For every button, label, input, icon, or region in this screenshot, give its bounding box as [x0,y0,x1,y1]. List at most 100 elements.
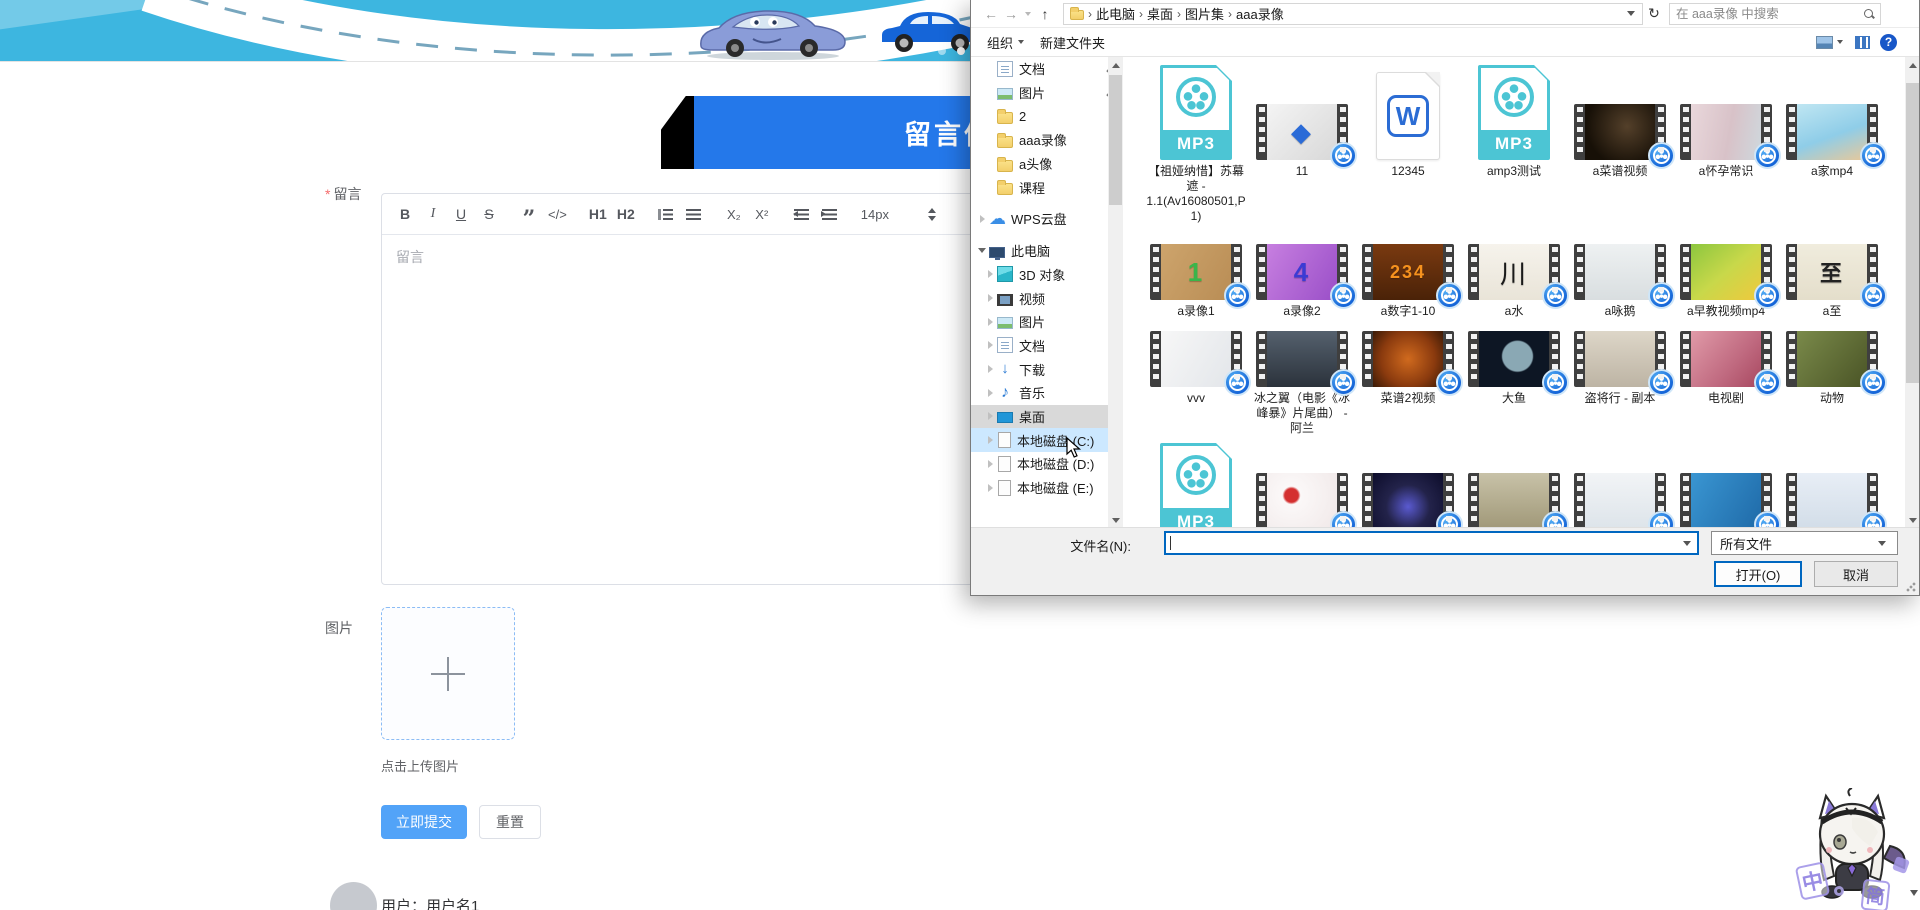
blockquote-button[interactable]: ” [516,200,542,230]
bold-button[interactable]: B [392,200,418,228]
underline-button[interactable]: U [448,200,474,228]
reset-button[interactable]: 重置 [479,805,541,839]
file-item[interactable] [1355,443,1463,538]
filetype-select[interactable]: 所有文件 [1711,531,1898,555]
file-item[interactable]: a早教视频mp4 [1673,238,1781,319]
file-item[interactable]: 至 a至 [1779,238,1887,319]
sidebar-item-a-avatar[interactable]: a头像 [971,152,1123,176]
file-item[interactable]: MP3 amp3测试 [1461,62,1567,224]
sidebar-item-videos[interactable]: 视频 [971,286,1123,310]
file-item[interactable]: a家mp4 [1779,62,1887,224]
file-item[interactable] [1461,443,1569,538]
address-dropdown-chevron-icon[interactable] [1627,11,1635,16]
file-item[interactable]: ◆ 11 [1249,62,1357,224]
breadcrumb-aaa-recordings[interactable]: aaa录像 [1232,4,1288,23]
scroll-up-arrow[interactable] [1108,57,1123,73]
help-icon[interactable]: ? [1880,33,1897,51]
file-item[interactable]: 4 a录像2 [1249,238,1357,319]
image-upload-button[interactable] [381,607,515,740]
unordered-list-button[interactable] [681,200,707,228]
sidebar-item-local-disk-e[interactable]: 本地磁盘 (E:) [971,476,1123,500]
file-item[interactable]: 1 a录像1 [1143,238,1251,319]
sidebar-item-local-disk-d[interactable]: 本地磁盘 (D:) [971,452,1123,476]
italic-button[interactable]: I [420,200,446,228]
file-item[interactable]: W 12345 [1355,62,1461,224]
expand-chevron-icon[interactable] [985,317,995,326]
history-chevron-icon[interactable] [1025,11,1031,16]
search-box[interactable] [1669,2,1881,25]
carousel-dots[interactable] [938,47,965,55]
open-button[interactable]: 打开(O) [1714,561,1802,587]
sidebar-item-pictures-2[interactable]: 图片 [971,310,1123,334]
file-item[interactable]: a咏鹅 [1567,238,1675,319]
sidebar-item-courses[interactable]: 课程 [971,175,1123,199]
ime-charset-badge[interactable]: 简 [1860,878,1891,910]
sidebar-item-desktop[interactable]: 桌面 [971,404,1123,429]
subscript-button[interactable]: X₂ [721,200,747,228]
file-item[interactable]: MP3 [1143,443,1249,538]
sidebar-item-pictures[interactable]: 图片 [971,81,1123,105]
filename-input[interactable] [1164,531,1699,555]
new-folder-button[interactable]: 新建文件夹 [1032,28,1113,56]
view-mode-button[interactable] [1814,28,1845,56]
file-item[interactable]: MP3 【祖娅纳惜】苏幕遮 - 1.1(Av16080501,P1) [1143,62,1249,224]
file-item[interactable]: 234 a数字1-10 [1355,238,1463,319]
expand-chevron-icon[interactable] [985,388,995,397]
sidebar-item-music[interactable]: ♪ 音乐 [971,381,1123,405]
sidebar-item-aaa-recordings[interactable]: aaa录像 [971,128,1123,152]
ordered-list-button[interactable] [653,200,679,228]
breadcrumb-this-pc[interactable]: 此电脑 [1092,4,1139,23]
expand-chevron-icon[interactable] [985,459,995,468]
font-size-stepper[interactable] [919,200,945,228]
sidebar-item-documents[interactable]: 文档 [971,57,1123,81]
forward-button[interactable]: → [1001,6,1021,22]
file-item[interactable]: 冰之翼（电影《冰峰暴》片尾曲） - 阿兰 [1249,325,1357,436]
file-item[interactable]: 盗将行 - 副本 [1567,325,1675,436]
scroll-up-arrow[interactable] [1905,57,1919,73]
refresh-button[interactable]: ↻ [1643,5,1665,22]
file-item[interactable]: 电视剧 [1673,325,1781,436]
font-size-value[interactable]: 14px [857,200,893,228]
file-item[interactable] [1673,443,1781,538]
expand-chevron-icon[interactable] [985,294,995,303]
breadcrumb-desktop[interactable]: 桌面 [1143,4,1177,23]
expand-chevron-icon[interactable] [985,341,995,350]
expand-chevron-icon[interactable] [977,214,987,223]
code-view-button[interactable]: </> [544,200,571,228]
expand-chevron-icon[interactable] [985,412,995,421]
expand-chevron-icon[interactable] [985,436,995,445]
sidebar-item-downloads[interactable]: ↓ 下载 [971,357,1123,381]
submit-button[interactable]: 立即提交 [381,805,467,839]
sidebar-item-wps-cloud[interactable]: ☁ WPS云盘 [971,207,1123,231]
scroll-down-arrow[interactable] [1108,512,1123,528]
file-item[interactable]: a菜谱视频 [1567,62,1675,224]
file-grid-scrollbar[interactable] [1905,57,1919,528]
file-item[interactable]: 川 a水 [1461,238,1569,319]
sidebar-item-local-disk-c[interactable]: 本地磁盘 (C:) [971,428,1123,452]
superscript-button[interactable]: X² [749,200,775,228]
file-item[interactable] [1567,443,1675,538]
file-item[interactable]: 大鱼 [1461,325,1569,436]
sidebar-item-3d-objects[interactable]: 3D 对象 [971,263,1123,287]
sidebar-item-documents-2[interactable]: 文档 [971,334,1123,358]
file-item[interactable]: 菜谱2视频 [1355,325,1463,436]
file-item[interactable]: vvv [1143,325,1251,436]
expand-chevron-icon[interactable] [985,483,995,492]
outdent-button[interactable] [789,200,815,228]
sidebar-item-this-pc[interactable]: 此电脑 [971,239,1123,263]
details-pane-icon[interactable] [1855,35,1870,49]
ime-widget[interactable]: 中 简 [1782,787,1920,910]
expand-chevron-icon[interactable] [985,365,995,374]
scroll-down-arrow[interactable] [1905,512,1919,528]
file-item[interactable]: a怀孕常识 [1673,62,1781,224]
carousel-dot[interactable] [938,47,946,55]
up-button[interactable]: ↑ [1035,6,1055,22]
search-input[interactable] [1676,6,1864,21]
scrollbar-thumb[interactable] [1906,83,1919,383]
file-item[interactable] [1779,443,1887,538]
expand-chevron-icon[interactable] [985,270,995,279]
collapse-chevron-icon[interactable] [977,248,987,254]
cancel-button[interactable]: 取消 [1814,561,1898,587]
back-button[interactable]: ← [981,6,1001,22]
strikethrough-button[interactable]: S [476,200,502,228]
